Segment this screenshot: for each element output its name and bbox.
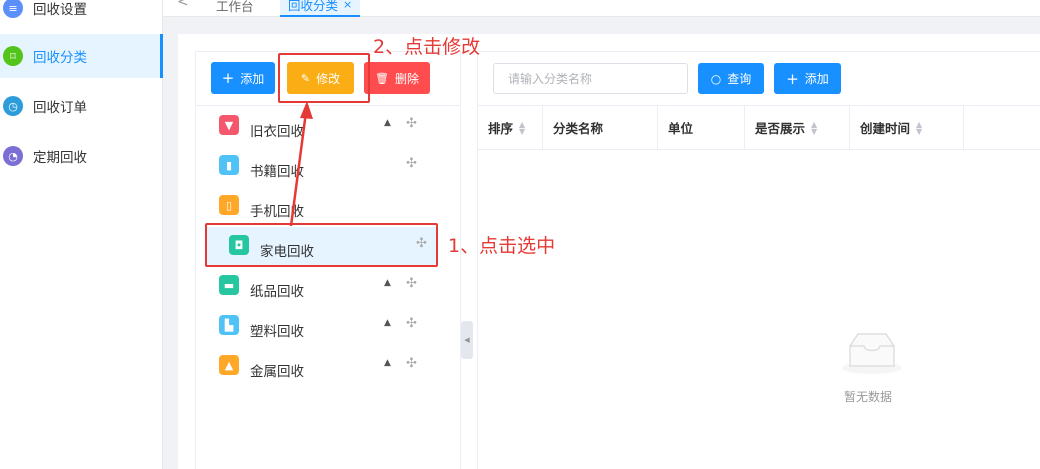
clothes-icon: ▼ [219,115,239,135]
sort-icon[interactable]: ▲ ▼ [811,120,817,135]
annotation-step-2: 2、点击修改 [373,36,481,58]
tree-item-label: 纸品回收 [250,284,304,300]
tree-item-label: 手机回收 [250,204,304,220]
tab-close-icon[interactable]: × [343,0,352,11]
timer-icon: ◔ [3,146,23,166]
book-icon: ▮ [219,155,239,175]
drag-handle-icon[interactable]: ✣ [406,316,417,331]
tree-delete-button[interactable]: 🗑 删除 [364,62,430,94]
tree-item-label: 金属回收 [250,364,304,380]
move-up-icon[interactable]: ▲ [384,318,391,328]
move-up-icon[interactable]: ▲ [384,358,391,368]
sidebar-item-label: 回收订单 [33,100,87,116]
annotation-box-edit [278,53,370,103]
tree-item-metal[interactable]: ▲ 金属回收 ▲ ✣ [196,347,446,387]
tab-label: 回收分类 [288,0,339,13]
sidebar-item-recycle-settings[interactable]: ≡ 回收设置 [0,0,163,30]
clock-icon: ◷ [3,96,23,116]
plastic-icon: ▙ [219,315,239,335]
tree-item-clothes[interactable]: ▼ 旧衣回收 ▲ ✣ [196,107,446,147]
menu-icon: ≡ [3,0,23,18]
bookmark-icon: ⌑ [3,46,23,66]
tab-recycle-category[interactable]: 回收分类 × [280,0,361,17]
phone-icon: ▯ [219,195,239,215]
tree-item-paper[interactable]: ▬ 纸品回收 ▲ ✣ [196,267,446,307]
tree-item-plastic[interactable]: ▙ 塑料回收 ▲ ✣ [196,307,446,347]
tree-item-label: 塑料回收 [250,324,304,340]
sidebar-item-label: 回收分类 [33,50,87,66]
tab-bar: < 工作台 回收分类 × [163,0,1040,17]
tree-item-phones[interactable]: ▯ 手机回收 [196,187,446,227]
column-label: 排序 [488,121,514,136]
paper-icon: ▬ [219,275,239,295]
column-label: 是否展示 [755,121,806,136]
trash-icon: 🗑 [375,71,389,85]
drag-handle-icon[interactable]: ✣ [406,116,417,131]
sidebar-item-periodic-recycle[interactable]: ◔ 定期回收 [0,134,163,178]
empty-text: 暂无数据 [844,390,893,404]
sidebar: ≡ 回收设置 ⌑ 回收分类 ◷ 回收订单 ◔ 定期回收 [0,0,163,469]
sidebar-item-label: 定期回收 [33,150,87,166]
button-label: 添加 [240,71,265,86]
drag-handle-icon[interactable]: ✣ [406,276,417,291]
column-label: 分类名称 [553,121,604,136]
query-button[interactable]: ○ 查询 [698,63,764,94]
move-up-icon[interactable]: ▲ [384,118,391,128]
tab-workbench[interactable]: 工作台 [208,0,262,17]
button-label: 添加 [804,72,829,86]
column-header-created-time[interactable]: 创建时间 ▲ ▼ [850,106,964,149]
tree-item-label: 旧衣回收 [250,124,304,140]
sidebar-item-recycle-orders[interactable]: ◷ 回收订单 [0,84,163,128]
metal-icon: ▲ [219,355,239,375]
plus-icon: + [221,69,235,87]
tree-add-button[interactable]: + 添加 [211,62,275,94]
plus-icon: + [786,69,799,88]
move-up-icon[interactable]: ▲ [384,278,391,288]
sort-icon[interactable]: ▲ ▼ [916,120,922,135]
table-header: 排序 ▲ ▼ 分类名称 单位 是否展示 ▲ ▼ 创建时间 ▲ ▼ [478,105,1040,150]
button-label: 查询 [727,72,752,86]
search-icon: ○ [710,71,722,86]
category-name-search-input[interactable] [493,63,688,94]
column-header-category-name: 分类名称 [543,106,658,149]
column-header-sort[interactable]: 排序 ▲ ▼ [478,106,543,149]
annotation-step-1: 1、点击选中 [448,235,556,257]
tree-item-books[interactable]: ▮ 书籍回收 ✣ [196,147,446,187]
column-label: 创建时间 [860,121,911,136]
tab-label: 工作台 [216,0,254,14]
sidebar-item-recycle-category[interactable]: ⌑ 回收分类 [0,34,163,78]
empty-box-icon [842,333,902,374]
divider [196,105,460,106]
tab-back-button[interactable]: < [177,0,189,10]
button-label: 删除 [394,71,419,86]
column-label: 单位 [668,121,694,136]
sidebar-item-label: 回收设置 [33,2,87,18]
drag-handle-icon[interactable]: ✣ [406,356,417,371]
sort-icon[interactable]: ▲ ▼ [519,120,525,135]
table-add-button[interactable]: + 添加 [774,63,841,94]
annotation-box-select [205,223,438,267]
drag-handle-icon[interactable]: ✣ [406,156,417,171]
tree-item-label: 书籍回收 [250,164,304,180]
column-header-is-shown[interactable]: 是否展示 ▲ ▼ [745,106,850,149]
collapse-handle[interactable]: ◀ [461,321,473,359]
column-header-unit: 单位 [658,106,745,149]
